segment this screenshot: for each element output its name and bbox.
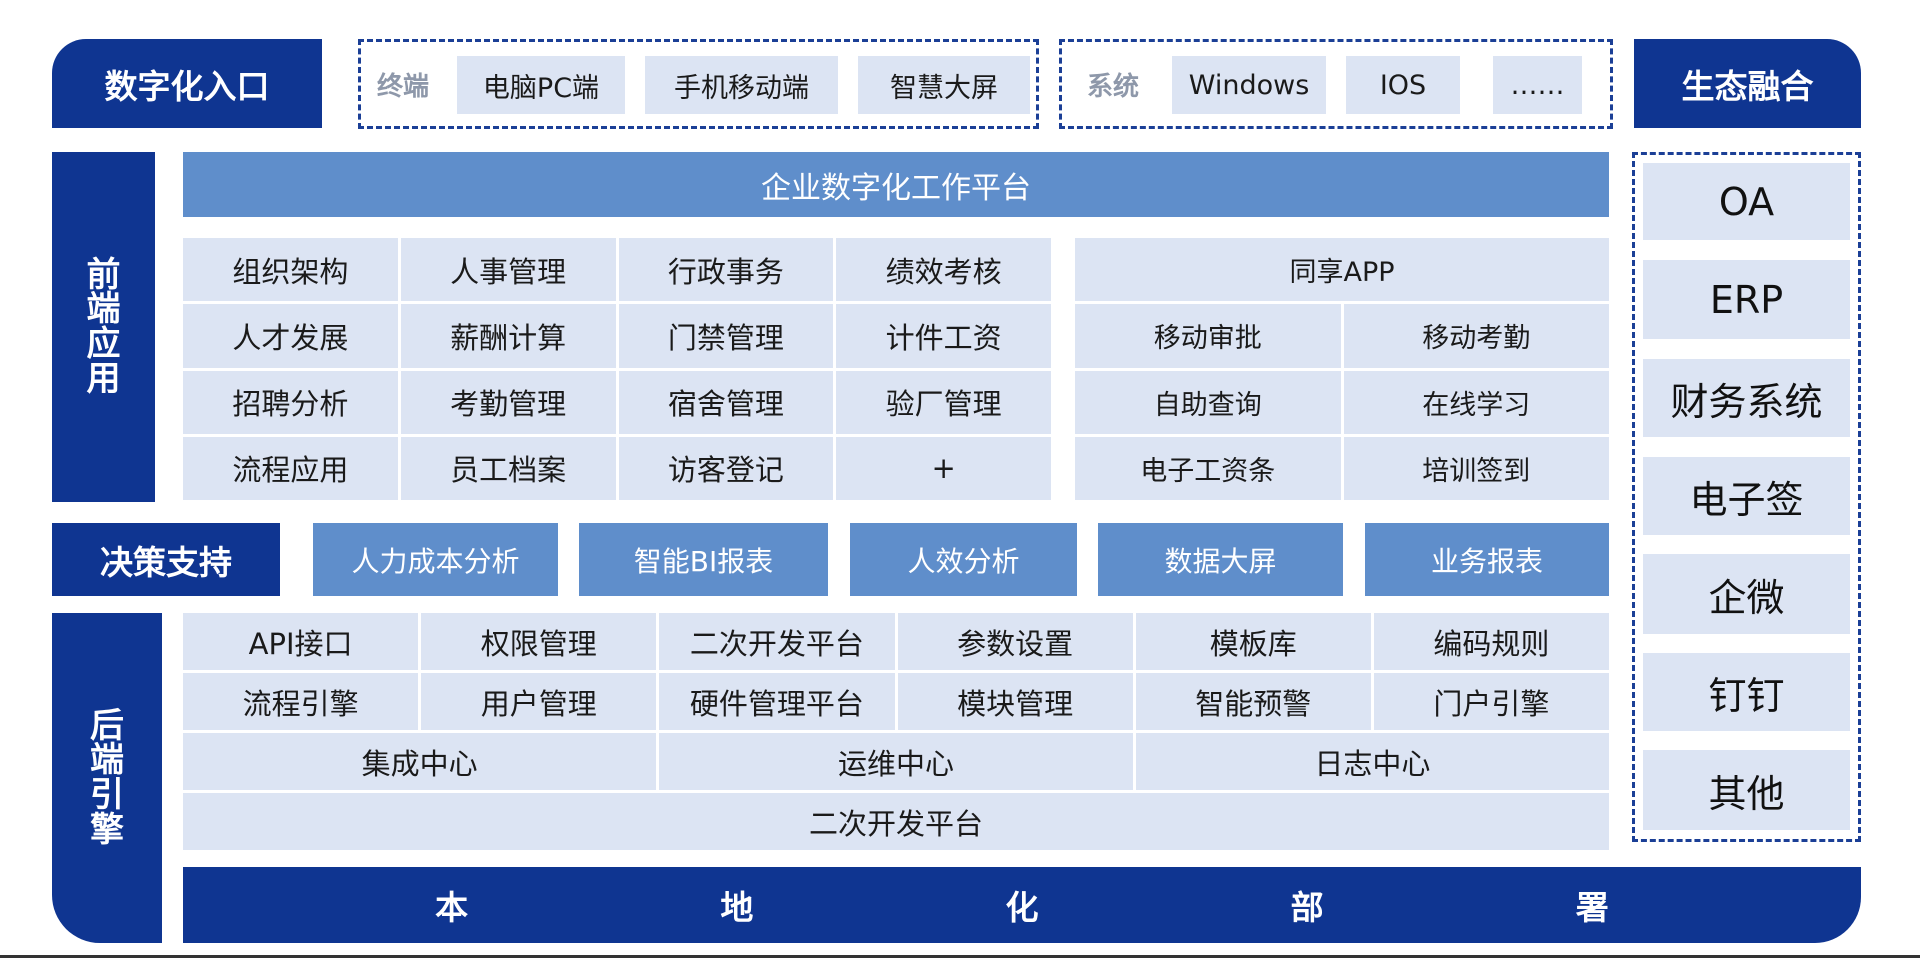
digital-entry-label: 数字化入口 xyxy=(52,39,322,128)
module-cell: 计件工资 xyxy=(836,304,1051,368)
module-cell: 绩效考核 xyxy=(836,238,1051,302)
terminal-group: 终端 电脑PC端 手机移动端 智慧大屏 xyxy=(358,39,1039,129)
front-end-apps-label: 前 端 应 用 xyxy=(52,152,155,502)
app-cell: 自助查询 xyxy=(1075,370,1341,434)
decision-item: 业务报表 xyxy=(1365,523,1609,596)
eco-item-esign: 电子签 xyxy=(1643,457,1850,535)
system-more: …… xyxy=(1493,56,1582,114)
front-label-char: 用 xyxy=(86,358,121,399)
module-cell: 访客登记 xyxy=(618,436,834,500)
module-cell: 招聘分析 xyxy=(183,370,398,434)
backend-grid: API接口 权限管理 二次开发平台 参数设置 模板库 编码规则 流程引擎 用户管… xyxy=(183,613,1609,850)
module-cell: 组织架构 xyxy=(183,238,398,302)
app-title: 同享APP xyxy=(1075,238,1609,302)
front-label-char: 前 xyxy=(86,254,121,295)
backend-label-char: 端 xyxy=(90,740,124,781)
backend-center-cell: 日志中心 xyxy=(1135,733,1609,790)
terminal-pc: 电脑PC端 xyxy=(457,56,625,114)
module-cell: 宿舍管理 xyxy=(618,370,834,434)
deploy-char: 化 xyxy=(1005,888,1039,927)
module-cell: 考勤管理 xyxy=(400,370,616,434)
backend-label-char: 引 xyxy=(90,775,124,815)
eco-item-erp: ERP xyxy=(1643,260,1850,339)
decision-item: 数据大屏 xyxy=(1098,523,1343,596)
backend-center-cell: 集成中心 xyxy=(183,733,657,790)
decision-item: 人效分析 xyxy=(850,523,1077,596)
terminal-group-label: 终端 xyxy=(376,71,429,102)
backend-cell: 二次开发平台 xyxy=(659,613,895,670)
backend-cell: 智能预警 xyxy=(1135,673,1371,730)
eco-item-wecom: 企微 xyxy=(1643,554,1850,634)
backend-cell: 模块管理 xyxy=(897,673,1133,730)
module-cell: 员工档案 xyxy=(400,436,616,500)
system-group-label: 系统 xyxy=(1086,71,1139,102)
decision-item: 人力成本分析 xyxy=(313,523,558,596)
module-cell: 行政事务 xyxy=(618,238,834,302)
app-cell: 培训签到 xyxy=(1343,436,1609,500)
backend-label-char: 擎 xyxy=(90,809,124,850)
ecosystem-group: OA ERP 财务系统 电子签 企微 钉钉 其他 xyxy=(1632,152,1861,842)
eco-item-oa: OA xyxy=(1643,163,1850,240)
eco-item-dingtalk: 钉钉 xyxy=(1643,653,1850,731)
module-cell: 人事管理 xyxy=(400,238,616,302)
backend-engine-label: 后 端 引 擎 xyxy=(52,613,162,943)
app-cell: 在线学习 xyxy=(1343,370,1609,434)
deploy-char: 本 xyxy=(435,888,469,927)
module-cell: 验厂管理 xyxy=(836,370,1051,434)
eco-item-other: 其他 xyxy=(1643,750,1850,830)
bottom-divider xyxy=(0,955,1920,958)
system-group: 系统 Windows IOS …… xyxy=(1059,39,1613,129)
local-deployment-bar: 本 地 化 部 署 xyxy=(183,867,1861,943)
app-cell: 移动审批 xyxy=(1075,304,1341,368)
backend-cell: 用户管理 xyxy=(421,673,657,730)
backend-center-cell: 运维中心 xyxy=(659,733,1133,790)
decision-item: 智能BI报表 xyxy=(579,523,828,596)
module-cell: 薪酬计算 xyxy=(400,304,616,368)
front-label-char: 端 xyxy=(86,289,121,330)
module-cell: 人才发展 xyxy=(183,304,398,368)
front-label-char: 应 xyxy=(86,324,121,364)
deploy-char: 地 xyxy=(720,888,754,927)
backend-cell: 编码规则 xyxy=(1373,613,1609,670)
backend-cell: API接口 xyxy=(183,613,419,670)
module-grid: 组织架构 人事管理 行政事务 绩效考核 人才发展 薪酬计算 门禁管理 计件工资 … xyxy=(183,238,1051,500)
system-ios: IOS xyxy=(1346,56,1460,114)
system-windows: Windows xyxy=(1172,56,1326,114)
backend-cell: 模板库 xyxy=(1135,613,1371,670)
backend-cell: 流程引擎 xyxy=(183,673,419,730)
backend-cell: 参数设置 xyxy=(897,613,1133,670)
module-cell: 流程应用 xyxy=(183,436,398,500)
deploy-char: 部 xyxy=(1290,888,1324,927)
backend-cell: 权限管理 xyxy=(421,613,657,670)
ecosystem-label: 生态融合 xyxy=(1634,39,1861,128)
eco-item-finance: 财务系统 xyxy=(1643,359,1850,437)
app-cell: 电子工资条 xyxy=(1075,436,1341,500)
terminal-big-screen: 智慧大屏 xyxy=(858,56,1030,114)
app-cell: 移动考勤 xyxy=(1343,304,1609,368)
deploy-char: 署 xyxy=(1575,888,1609,927)
terminal-mobile: 手机移动端 xyxy=(645,56,838,114)
architecture-diagram: 数字化入口 终端 电脑PC端 手机移动端 智慧大屏 系统 Windows IOS… xyxy=(0,0,1920,961)
app-panel: 同享APP 移动审批 移动考勤 自助查询 在线学习 电子工资条 培训签到 xyxy=(1075,238,1609,500)
backend-dev-platform: 二次开发平台 xyxy=(183,793,1609,850)
backend-cell: 门户引擎 xyxy=(1373,673,1609,730)
module-cell: 门禁管理 xyxy=(618,304,834,368)
decision-support-label: 决策支持 xyxy=(52,523,280,596)
module-cell-more: + xyxy=(836,436,1051,500)
platform-bar: 企业数字化工作平台 xyxy=(183,152,1609,217)
backend-cell: 硬件管理平台 xyxy=(659,673,895,730)
backend-label-char: 后 xyxy=(90,705,124,746)
